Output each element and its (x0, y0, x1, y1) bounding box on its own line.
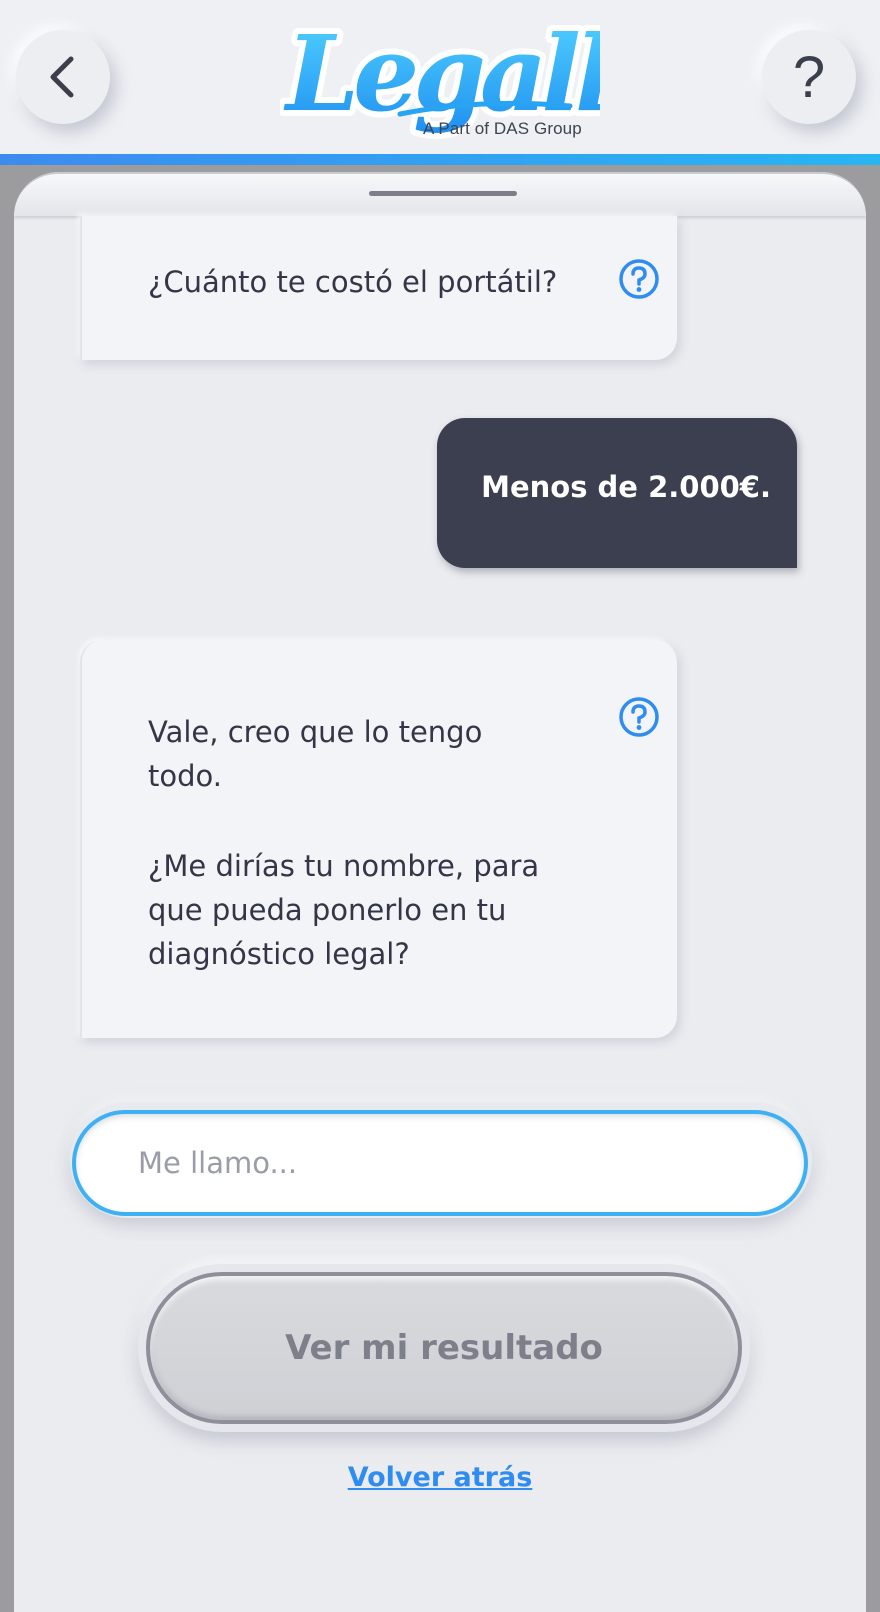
bot-message-bubble: Vale, creo que lo tengo todo. ¿Me dirías… (80, 640, 677, 1038)
bot-message-text: ¿Me dirías tu nombre, para que pueda pon… (148, 849, 540, 971)
bot-message-bubble: ¿Cuánto te costó el portátil? (80, 216, 677, 360)
bot-message-text: Vale, creo que lo tengo todo. (148, 715, 483, 793)
bot-message-text: ¿Cuánto te costó el portátil? (148, 265, 558, 299)
drag-handle[interactable] (369, 191, 517, 196)
user-message-text: Menos de 2.000€. (481, 470, 771, 504)
go-back-link[interactable]: Volver atrás (0, 1462, 880, 1493)
header-accent-bar (0, 154, 880, 165)
see-result-button[interactable]: Ver mi resultado (146, 1272, 742, 1424)
user-message-bubble: Menos de 2.000€. (437, 418, 797, 568)
help-button[interactable]: ? (762, 30, 856, 124)
logo-subtitle: A Part of DAS Group (423, 119, 582, 138)
chevron-left-icon (50, 56, 74, 98)
question-circle-icon[interactable] (618, 696, 660, 738)
question-icon: ? (792, 44, 826, 110)
svg-text:Legally: Legally (283, 12, 600, 135)
name-input[interactable] (72, 1110, 808, 1216)
go-back-link-label[interactable]: Volver atrás (348, 1462, 533, 1493)
question-circle-icon[interactable] (618, 258, 660, 300)
back-button[interactable] (16, 30, 110, 124)
